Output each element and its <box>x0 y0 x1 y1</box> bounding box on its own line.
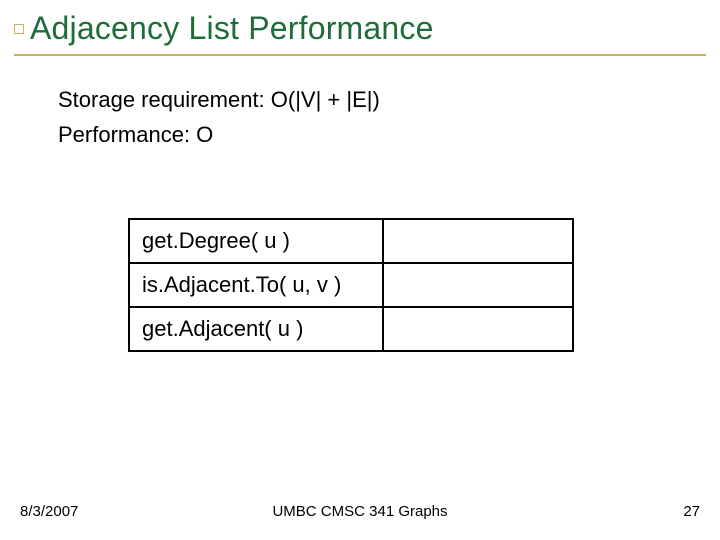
op-cell: is.Adjacent.To( u, v ) <box>129 263 383 307</box>
cost-cell <box>383 263 573 307</box>
footer-center: UMBC CMSC 341 Graphs <box>0 503 720 520</box>
table-row: get.Degree( u ) <box>129 219 573 263</box>
storage-line: Storage requirement: O(|V| + |E|) <box>58 82 380 117</box>
title-underline <box>14 54 706 56</box>
slide-title: Adjacency List Performance <box>30 10 434 47</box>
table-row: get.Adjacent( u ) <box>129 307 573 351</box>
title-bar: Adjacency List Performance <box>14 10 434 47</box>
op-cell: get.Adjacent( u ) <box>129 307 383 351</box>
cost-cell <box>383 307 573 351</box>
op-cell: get.Degree( u ) <box>129 219 383 263</box>
footer-page-number: 27 <box>683 503 700 520</box>
title-bullet-icon <box>14 24 24 34</box>
body-area: Storage requirement: O(|V| + |E|) Perfor… <box>58 82 380 152</box>
performance-table: get.Degree( u ) is.Adjacent.To( u, v ) g… <box>128 218 574 352</box>
performance-line: Performance: O <box>58 117 380 152</box>
cost-cell <box>383 219 573 263</box>
table-row: is.Adjacent.To( u, v ) <box>129 263 573 307</box>
